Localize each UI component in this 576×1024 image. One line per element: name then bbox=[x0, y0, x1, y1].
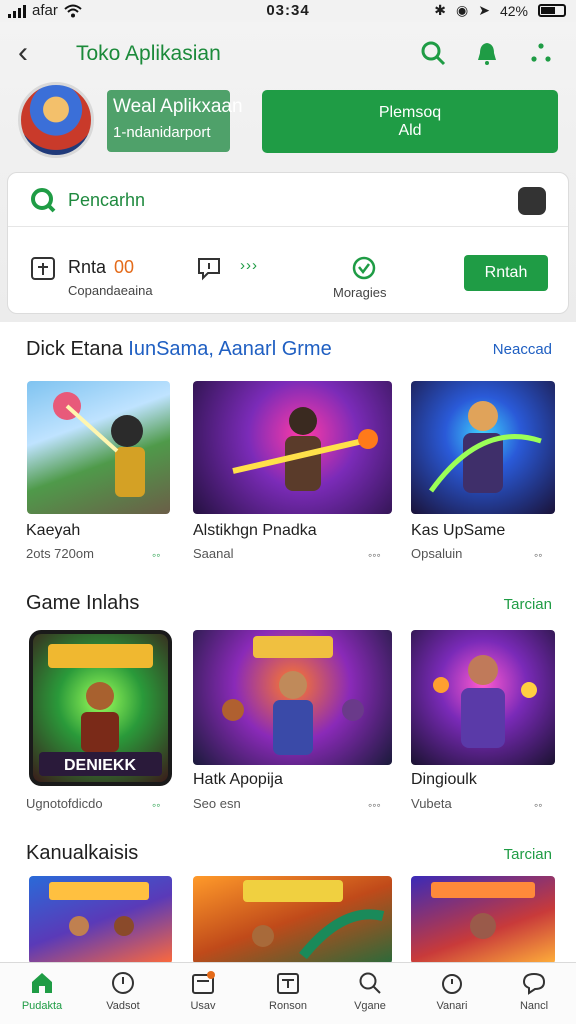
search-label: Pencarhn bbox=[68, 190, 146, 210]
search-icon[interactable] bbox=[420, 40, 446, 66]
calendar-icon[interactable] bbox=[30, 255, 56, 281]
page-title: Toko Aplikasian bbox=[76, 42, 221, 65]
header-actions bbox=[420, 40, 554, 66]
download-icon[interactable]: ◦◦ bbox=[534, 798, 543, 812]
tray-icon bbox=[192, 971, 215, 994]
nav-item-vadsot[interactable]: Vadsot bbox=[87, 971, 159, 1012]
promo-button[interactable]: Plemsoq Ald bbox=[262, 90, 558, 153]
quick-row: Rnta 00 Copandaeaina ››› Moragies Rntah bbox=[8, 237, 568, 307]
game-thumbnail[interactable] bbox=[411, 381, 555, 514]
rnta-counter: Rnta 00 bbox=[68, 257, 134, 278]
bell-icon[interactable] bbox=[474, 40, 500, 66]
section-title-1-highlight: IunSama, Aanarl Grme bbox=[128, 338, 332, 360]
promo-line2: Ald bbox=[398, 122, 422, 139]
status-bar: afar 03:34 ✱ ◉ ➤ 42% bbox=[0, 0, 576, 22]
app-store-screen: afar 03:34 ✱ ◉ ➤ 42% ‹ Toko Aplikasian W… bbox=[0, 0, 576, 1024]
game-meta: Opsaluin bbox=[411, 546, 463, 561]
game-thumbnail[interactable] bbox=[29, 876, 172, 964]
search-icon bbox=[30, 187, 56, 213]
nav-item-nancl[interactable]: Nancl bbox=[498, 971, 570, 1012]
download-icon[interactable]: ◦◦◦ bbox=[368, 798, 381, 812]
game-name[interactable]: Kaeyah bbox=[26, 522, 80, 540]
timer-icon bbox=[442, 974, 462, 994]
game-meta: Ugnotofdicdo bbox=[26, 796, 103, 811]
download-icon[interactable]: ◦◦ bbox=[152, 798, 161, 812]
section-2-see-all[interactable]: Tarcian bbox=[504, 596, 552, 613]
section-title-2: Game Inlahs bbox=[26, 592, 140, 614]
back-button[interactable]: ‹ bbox=[18, 38, 28, 68]
avatar[interactable] bbox=[18, 82, 94, 158]
download-icon[interactable]: ◦◦ bbox=[152, 548, 161, 562]
game-thumbnail[interactable] bbox=[27, 381, 170, 514]
location-icon: ➤ bbox=[478, 2, 490, 18]
game-name[interactable]: Hatk Apopija bbox=[193, 771, 283, 789]
more-icon[interactable] bbox=[528, 40, 554, 66]
nav-label: Pudakta bbox=[21, 1000, 63, 1012]
rnta-value: 00 bbox=[114, 257, 135, 277]
alarm-icon: ◉ bbox=[456, 2, 469, 18]
merge-label: Moragies bbox=[333, 285, 387, 300]
game-meta: Vubeta bbox=[411, 796, 452, 811]
nav-label: Vanari bbox=[436, 1000, 468, 1012]
battery-icon bbox=[538, 4, 566, 17]
game-name[interactable]: Kas UpSame bbox=[411, 522, 505, 540]
game-thumbnail[interactable] bbox=[411, 630, 555, 765]
rnta-subtitle: Copandaeaina bbox=[68, 283, 153, 298]
game-meta: 2ots 720om bbox=[26, 546, 94, 561]
game-banner-text: DENIEKK bbox=[64, 757, 136, 774]
game-thumbnail[interactable]: DENIEKK bbox=[29, 630, 172, 786]
bluetooth-icon: ✱ bbox=[434, 2, 447, 18]
game-thumbnail[interactable] bbox=[193, 876, 392, 964]
chat-icon[interactable] bbox=[518, 187, 546, 215]
game-thumbnail[interactable] bbox=[411, 876, 555, 964]
nav-label: Nancl bbox=[519, 1000, 549, 1012]
quick-card: Pencarhn Rnta 00 Copandaeaina ››› Moragie… bbox=[7, 172, 569, 314]
wallet-card[interactable]: Weal Aplikxaan 1-ndanidarport bbox=[107, 90, 243, 152]
game-name[interactable]: Alstikhgn Pnadka bbox=[193, 522, 317, 540]
message-icon[interactable] bbox=[196, 255, 222, 281]
inbox-icon bbox=[277, 973, 299, 994]
section-title-3: Kanualkaisis bbox=[26, 842, 139, 864]
forward-arrows: ››› bbox=[240, 257, 258, 274]
download-icon[interactable]: ◦◦ bbox=[534, 548, 543, 562]
check-icon[interactable] bbox=[351, 255, 377, 281]
section-title-1: Dick Etana IunSama, Aanarl Grme bbox=[26, 338, 332, 361]
home-icon bbox=[32, 973, 52, 993]
download-icon[interactable]: ◦◦◦ bbox=[368, 548, 381, 562]
game-meta: Saanal bbox=[193, 546, 234, 561]
rntah-button[interactable]: Rntah bbox=[464, 255, 548, 291]
nav-item-usav[interactable]: Usav bbox=[167, 971, 239, 1012]
nav-item-ronson[interactable]: Ronson bbox=[252, 971, 324, 1012]
chat-icon bbox=[522, 972, 546, 995]
wallet-title: Weal Aplikxaan bbox=[113, 96, 243, 117]
section-1-see-all[interactable]: Neaccad bbox=[493, 341, 552, 358]
clock-icon bbox=[112, 972, 134, 994]
nav-item-vgane[interactable]: Vgane bbox=[334, 971, 406, 1012]
battery-percent: 42% bbox=[499, 2, 528, 19]
game-name[interactable]: Dingioulk bbox=[411, 771, 477, 789]
nav-item-vanari[interactable]: Vanari bbox=[416, 971, 488, 1012]
search-icon bbox=[359, 972, 381, 994]
bottom-navigation: Pudakta Vadsot Usav Ronson Vgane Vanari … bbox=[0, 962, 576, 1024]
nav-label: Vadsot bbox=[106, 1000, 140, 1012]
game-thumbnail[interactable] bbox=[193, 381, 392, 514]
nav-item-home[interactable]: Pudakta bbox=[6, 971, 78, 1012]
search-bar[interactable]: Pencarhn bbox=[8, 173, 568, 227]
game-thumbnail[interactable] bbox=[193, 630, 392, 765]
promo-line1: Plemsoq bbox=[378, 104, 442, 121]
rnta-label: Rnta bbox=[68, 257, 107, 277]
nav-label: Ronson bbox=[269, 1000, 307, 1012]
section-title-1-prefix: Dick Etana bbox=[26, 338, 123, 360]
nav-label: Vgane bbox=[354, 1000, 386, 1012]
game-meta: Seo esn bbox=[193, 796, 241, 811]
section-3-see-all[interactable]: Tarcian bbox=[504, 846, 552, 863]
status-right: ✱ ◉ ➤ 42% bbox=[434, 2, 566, 19]
nav-label: Usav bbox=[190, 1000, 216, 1012]
wallet-subtitle: 1-ndanidarport bbox=[113, 124, 211, 141]
